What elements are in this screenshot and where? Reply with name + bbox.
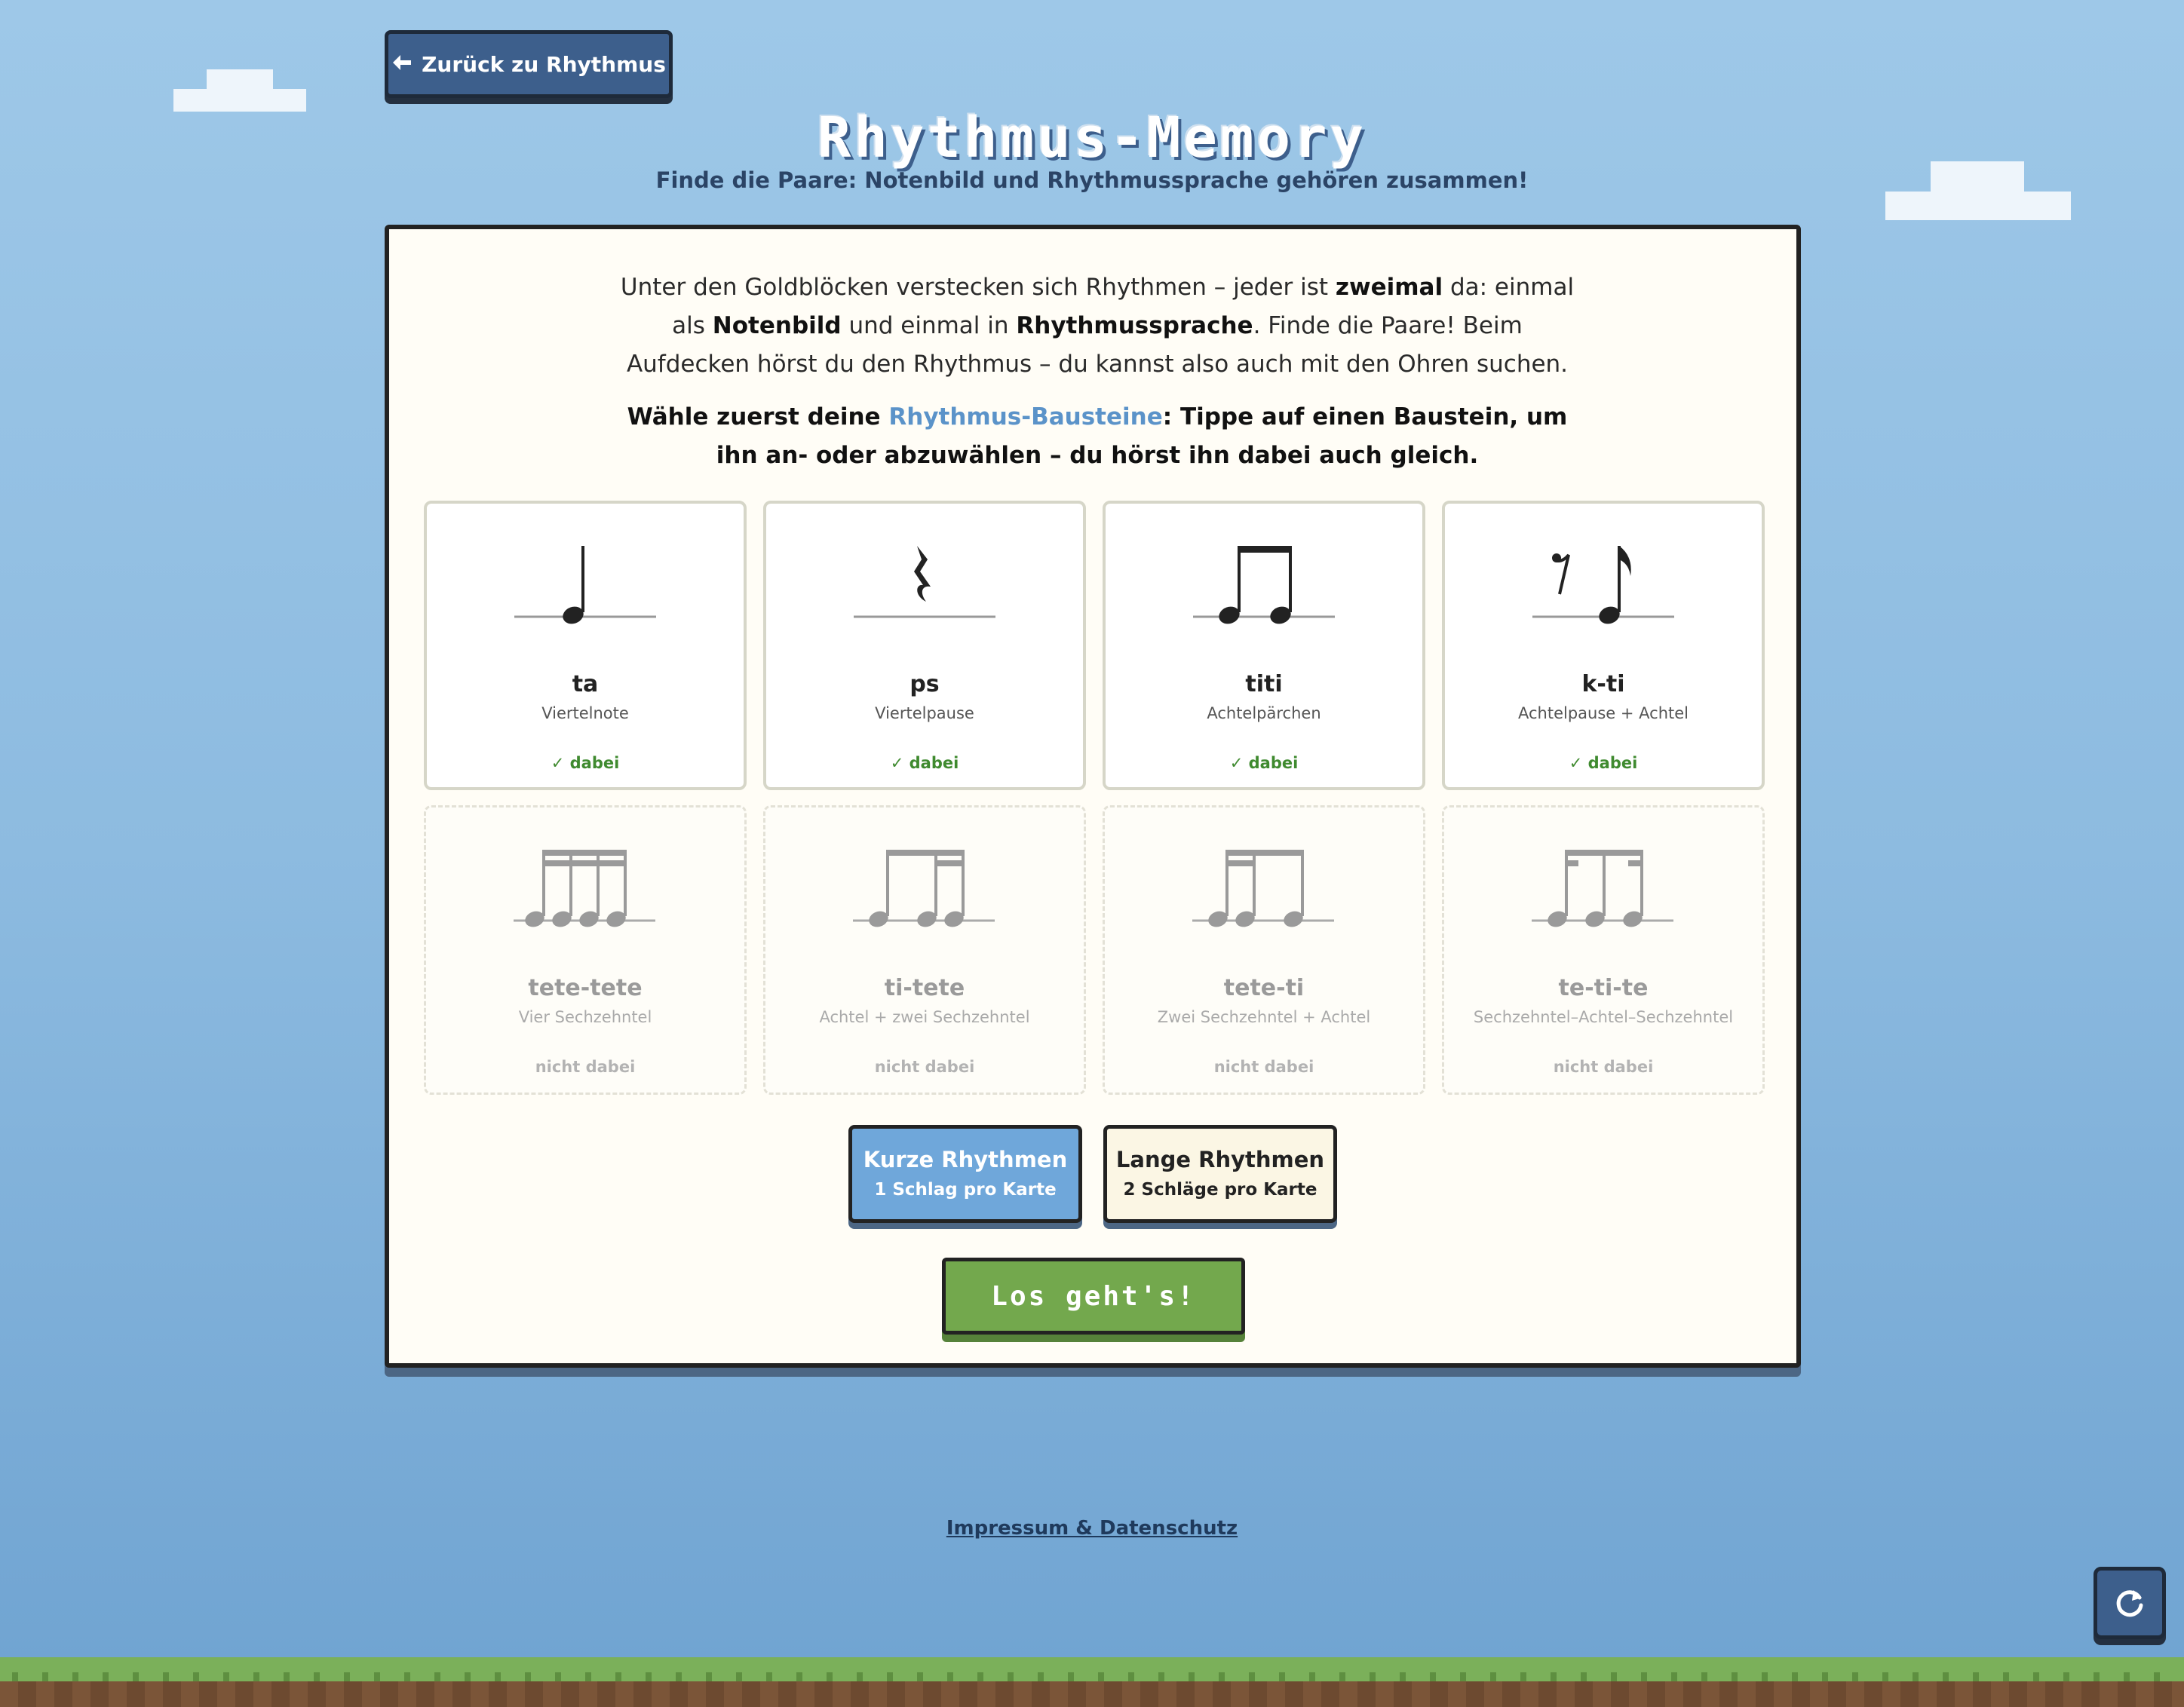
back-button[interactable]: Zurück zu Rhythmus: [385, 30, 673, 98]
quarter-rest-icon: [854, 546, 995, 618]
status-badge: ✓ dabei: [1229, 754, 1299, 772]
two-sixteenths-eighth-icon: [1192, 850, 1334, 927]
ground-edge: [0, 1672, 2184, 1681]
page-subtitle: Finde die Paare: Notenbild und Rhythmuss…: [655, 167, 1529, 193]
checkmark-icon: ✓: [1229, 754, 1249, 772]
baustein-card-te-ti-te[interactable]: te-ti-te Sechzehntel–Achtel–Sechzehntel …: [1442, 805, 1765, 1095]
intro-text: Unter den Goldblöcken verstecken sich Rh…: [620, 274, 1575, 378]
back-button-label: Zurück zu Rhythmus: [422, 51, 666, 77]
page-title: Rhythmus-Memory: [817, 106, 1367, 170]
checkmark-icon: ✓: [1569, 754, 1588, 772]
eighth-two-sixteenths-icon: [853, 850, 995, 927]
baustein-card-tete-ti[interactable]: tete-ti Zwei Sechzehntel + Achtel nicht …: [1103, 805, 1425, 1095]
choose-instruction: Wähle zuerst deine Rhythmus-Bausteine: T…: [627, 403, 1568, 469]
ground-dirt: [0, 1677, 2184, 1707]
start-button[interactable]: Los geht's!: [942, 1258, 1245, 1335]
baustein-card-ta[interactable]: ta Viertelnote ✓ dabei: [424, 501, 747, 790]
status-badge: ✓ dabei: [890, 754, 959, 772]
status-badge: ✓ dabei: [1569, 754, 1638, 772]
baustein-card-ti-tete[interactable]: ti-tete Achtel + zwei Sechzehntel nicht …: [763, 805, 1086, 1095]
status-badge: nicht dabei: [535, 1058, 636, 1076]
status-badge: nicht dabei: [1213, 1058, 1314, 1076]
eighth-rest-eighth-icon: [1532, 546, 1674, 624]
four-sixteenths-icon: [514, 850, 655, 927]
imprint-link[interactable]: Impressum & Datenschutz: [0, 1517, 2184, 1540]
cloud-decoration: [1885, 192, 2071, 220]
eighth-pair-icon: [1193, 546, 1335, 624]
short-rhythms-button[interactable]: Kurze Rhythmen 1 Schlag pro Karte: [848, 1125, 1082, 1223]
checkmark-icon: ✓: [551, 754, 570, 772]
main-panel: Unter den Goldblöcken verstecken sich Rh…: [385, 225, 1801, 1368]
reload-button[interactable]: [2094, 1567, 2166, 1639]
baustein-card-titi[interactable]: titi Achtelpärchen ✓ dabei: [1103, 501, 1425, 790]
checkmark-icon: ✓: [890, 754, 909, 772]
baustein-card-k-ti[interactable]: k-ti Achtelpause + Achtel ✓ dabei: [1442, 501, 1765, 790]
status-badge: nicht dabei: [1553, 1058, 1654, 1076]
sixteenth-eighth-sixteenth-icon: [1532, 850, 1673, 927]
quarter-note-icon: [514, 546, 656, 624]
reload-icon: [2116, 1590, 2143, 1617]
long-rhythms-button[interactable]: Lange Rhythmen 2 Schläge pro Karte: [1103, 1125, 1337, 1223]
baustein-card-ps[interactable]: ps Viertelpause ✓ dabei: [763, 501, 1086, 790]
arrow-left-icon: [391, 52, 413, 77]
status-badge: ✓ dabei: [551, 754, 620, 772]
status-badge: nicht dabei: [874, 1058, 975, 1076]
baustein-card-tete-tete[interactable]: tete-tete Vier Sechzehntel nicht dabei: [424, 805, 747, 1095]
